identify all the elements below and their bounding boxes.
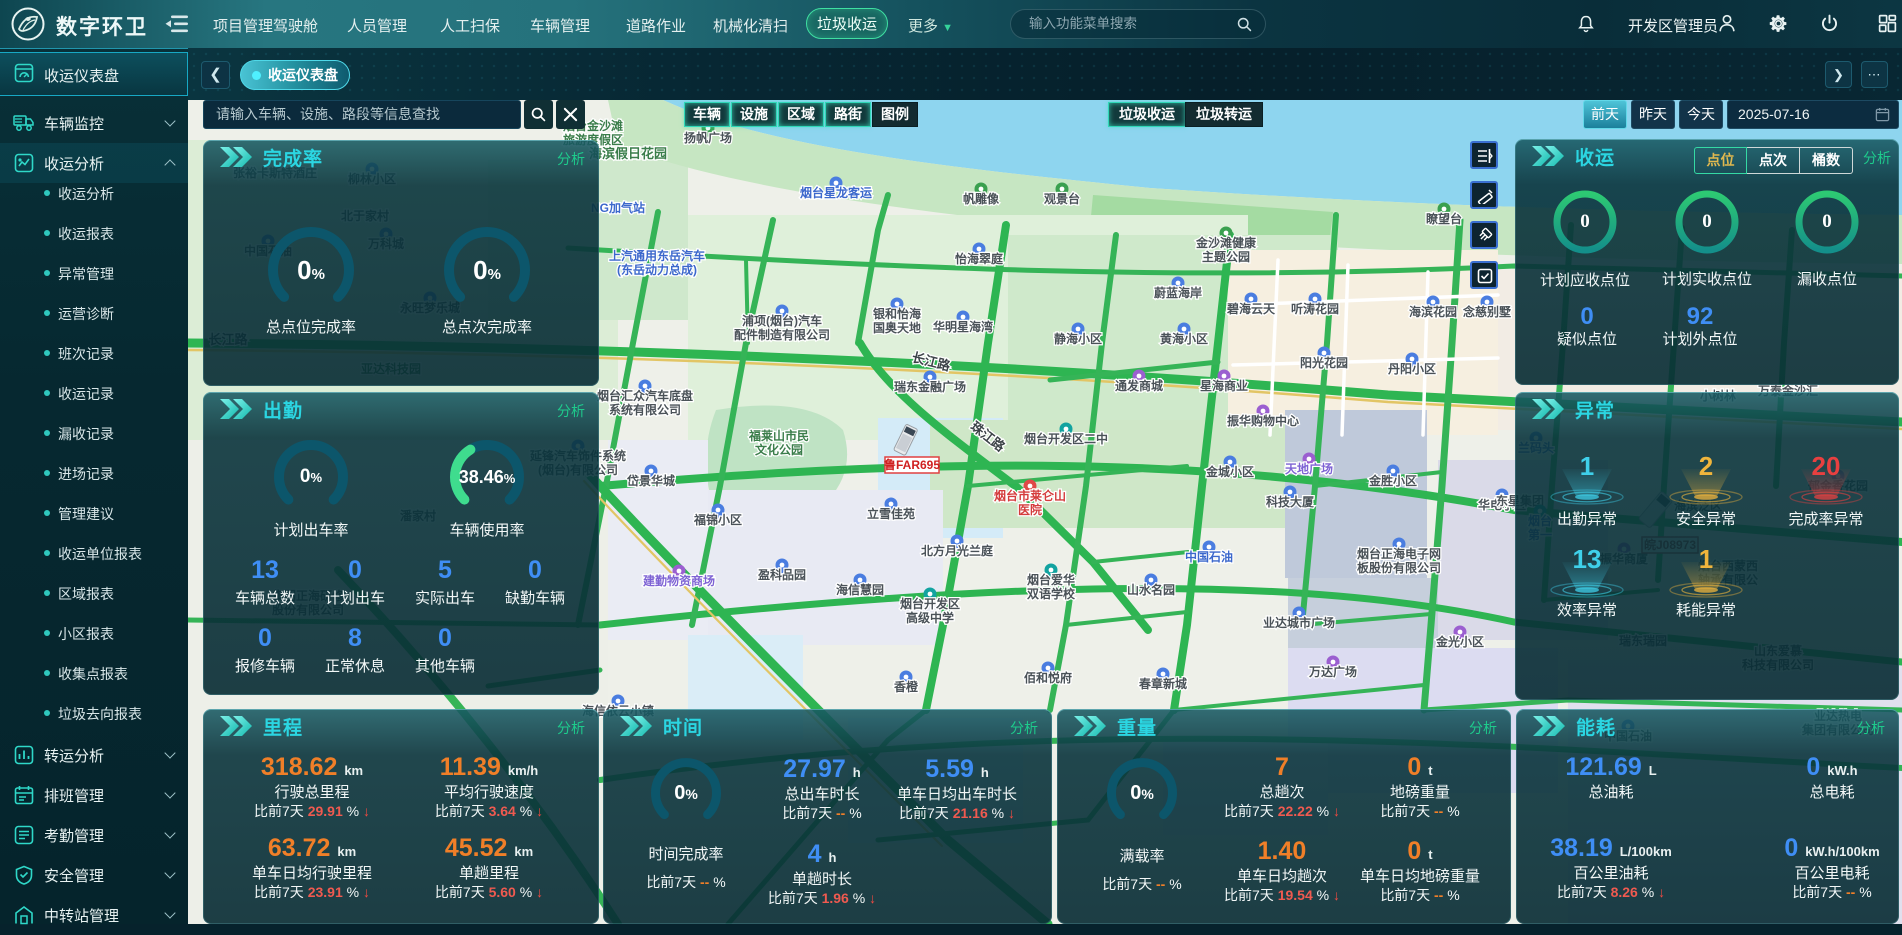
svg-text:福莱山市民: 福莱山市民: [748, 428, 809, 443]
svg-text:扬帆广场: 扬帆广场: [684, 130, 732, 145]
svg-text:听涛花园: 听涛花园: [1291, 301, 1339, 316]
svg-text:中国石油: 中国石油: [1185, 549, 1233, 564]
svg-text:华明星海湾: 华明星海湾: [933, 319, 993, 334]
svg-text:北方月光兰庭: 北方月光兰庭: [921, 543, 993, 558]
svg-text:国奥天地: 国奥天地: [873, 320, 921, 335]
svg-text:佰和悦府: 佰和悦府: [1024, 670, 1072, 685]
svg-text:黄海小区: 黄海小区: [1160, 331, 1208, 346]
svg-text:海滨假日花园: 海滨假日花园: [589, 146, 667, 161]
svg-text:春章新城: 春章新城: [1138, 676, 1187, 691]
svg-text:蔚蓝海岸: 蔚蓝海岸: [1154, 285, 1202, 300]
svg-text:板股份有限公司: 板股份有限公司: [1357, 560, 1441, 575]
svg-text:(东岳动力总成): (东岳动力总成): [617, 262, 697, 277]
svg-text:万达广场: 万达广场: [1308, 664, 1357, 679]
svg-text:福锦小区: 福锦小区: [693, 512, 742, 527]
svg-text:烟台开发区二中: 烟台开发区二中: [1024, 431, 1108, 446]
svg-text:烟台星龙客运: 烟台星龙客运: [800, 185, 872, 200]
svg-text:浦项(烟台)汽车: 浦项(烟台)汽车: [742, 313, 822, 328]
svg-text:金城小区: 金城小区: [1205, 464, 1254, 479]
svg-text:怡海翠庭: 怡海翠庭: [955, 251, 1003, 266]
svg-text:观景台: 观景台: [1044, 191, 1080, 206]
svg-text:主题公园: 主题公园: [1202, 249, 1250, 264]
svg-text:振华购物中心: 振华购物中心: [1227, 413, 1299, 428]
svg-text:烟台开发区: 烟台开发区: [900, 596, 960, 611]
svg-text:文化公园: 文化公园: [755, 442, 803, 457]
svg-text:建勤物资商场: 建勤物资商场: [642, 573, 715, 588]
svg-text:烟台市莱仑山: 烟台市莱仑山: [994, 488, 1066, 503]
svg-text:静海小区: 静海小区: [1054, 331, 1102, 346]
svg-text:瑞东金融广场: 瑞东金融广场: [894, 379, 966, 394]
svg-text:天地广场: 天地广场: [1285, 461, 1333, 476]
svg-text:海信慧园: 海信慧园: [836, 582, 884, 597]
svg-text:星海商业: 星海商业: [1200, 378, 1248, 393]
svg-text:香橙: 香橙: [893, 679, 919, 694]
svg-text:业达城市广场: 业达城市广场: [1263, 615, 1335, 630]
svg-text:烟台汇众汽车底盘: 烟台汇众汽车底盘: [597, 388, 693, 403]
svg-text:金沙滩健康: 金沙滩健康: [1195, 235, 1257, 250]
svg-text:金光小区: 金光小区: [1435, 634, 1484, 649]
svg-text:烟台正海电子网: 烟台正海电子网: [1357, 546, 1441, 561]
svg-text:高级中学: 高级中学: [906, 610, 954, 625]
svg-text:配件制造有限公司: 配件制造有限公司: [734, 327, 830, 342]
svg-text:盈科品园: 盈科品园: [757, 567, 806, 582]
svg-text:山水名园: 山水名园: [1127, 582, 1175, 597]
svg-text:帆雕像: 帆雕像: [963, 191, 1000, 206]
svg-text:上汽通用东岳汽车: 上汽通用东岳汽车: [609, 248, 705, 263]
svg-text:鲁FAR695: 鲁FAR695: [883, 457, 940, 472]
svg-text:科技大厦: 科技大厦: [1266, 494, 1315, 509]
svg-text:金胜小区: 金胜小区: [1368, 473, 1417, 488]
svg-text:瞭望台: 瞭望台: [1426, 211, 1462, 226]
svg-text:念慈别墅: 念慈别墅: [1463, 304, 1511, 319]
svg-text:通发商城: 通发商城: [1115, 378, 1163, 393]
svg-text:NG加气站: NG加气站: [591, 200, 645, 215]
svg-text:双语学校: 双语学校: [1027, 586, 1076, 601]
svg-text:丹阳小区: 丹阳小区: [1388, 361, 1436, 376]
svg-text:银和怡海: 银和怡海: [873, 306, 921, 321]
svg-text:系统有限公司: 系统有限公司: [609, 402, 681, 417]
svg-text:阳光花园: 阳光花园: [1300, 355, 1348, 370]
svg-text:烟台爱华: 烟台爱华: [1027, 572, 1075, 587]
svg-text:碧海云天: 碧海云天: [1226, 301, 1276, 316]
svg-text:立雪佳苑: 立雪佳苑: [867, 506, 915, 521]
svg-text:烟台金沙滩: 烟台金沙滩: [563, 118, 623, 133]
svg-text:岱景华城: 岱景华城: [626, 473, 675, 488]
svg-text:医院: 医院: [1018, 502, 1042, 517]
svg-text:海滨花园: 海滨花园: [1409, 304, 1457, 319]
